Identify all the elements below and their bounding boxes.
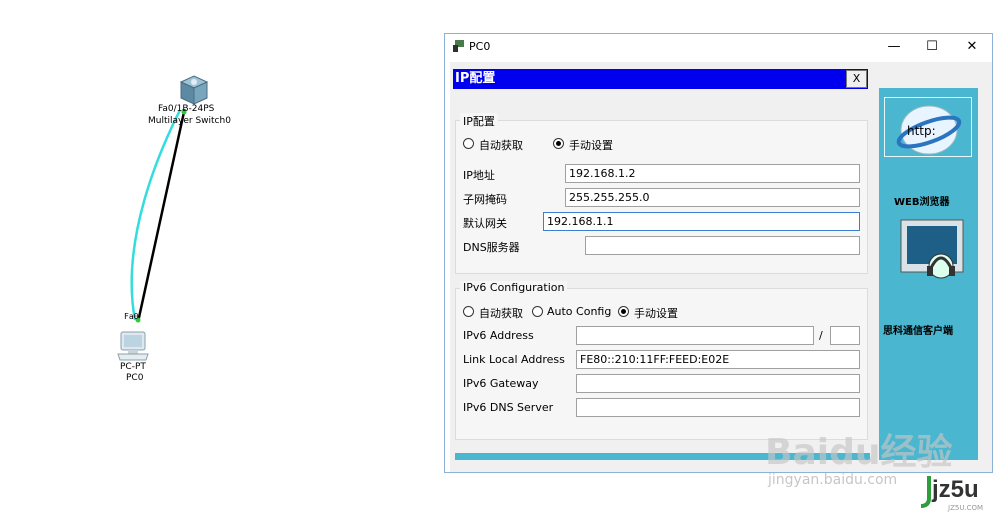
pc-icon[interactable] bbox=[115, 330, 151, 362]
jz5u-watermark-url: JZ5U.COM bbox=[948, 504, 984, 512]
baidu-watermark: Baidu经验 bbox=[765, 432, 953, 473]
cisco-client-button[interactable] bbox=[897, 218, 969, 294]
web-browser-button[interactable]: http: bbox=[884, 97, 972, 157]
default-gateway-label: 默认网关 bbox=[463, 217, 507, 230]
console-cable bbox=[130, 109, 182, 321]
ipv6-dns-field[interactable] bbox=[576, 398, 860, 417]
ip-config-header: IP配置 bbox=[453, 69, 868, 89]
close-button[interactable]: ✕ bbox=[954, 36, 990, 58]
ipv4-legend: IP配置 bbox=[460, 113, 498, 129]
ipv6-legend: IPv6 Configuration bbox=[460, 281, 568, 294]
ipv4-manual-radio[interactable] bbox=[553, 138, 564, 149]
ipv6-gateway-field[interactable] bbox=[576, 374, 860, 393]
minimize-button[interactable]: — bbox=[876, 36, 912, 58]
web-browser-label: WEB浏览器 bbox=[894, 197, 950, 208]
ipv6-autoconfig-radio[interactable] bbox=[532, 306, 543, 317]
window-title: PC0 bbox=[469, 40, 491, 53]
dns-server-field[interactable] bbox=[585, 236, 860, 255]
browser-icon: http: bbox=[896, 105, 962, 155]
ipv6-prefix-field[interactable] bbox=[830, 326, 860, 345]
jz5u-watermark: jz5u bbox=[932, 476, 979, 503]
subnet-mask-label: 子网掩码 bbox=[463, 193, 507, 206]
ip-config-close-button[interactable]: X bbox=[846, 70, 867, 88]
prefix-separator: / bbox=[819, 329, 823, 342]
pc-type-label: PC-PT bbox=[120, 362, 146, 372]
ipv4-auto-label: 自动获取 bbox=[479, 139, 523, 152]
ipv6-autoconfig-label: Auto Config bbox=[547, 305, 612, 318]
cisco-client-label: 思科通信客户端 bbox=[883, 326, 953, 337]
pc-name-label: PC0 bbox=[126, 373, 144, 383]
topology-links bbox=[130, 109, 187, 323]
pc-window-icon bbox=[452, 39, 466, 53]
default-gateway-field[interactable]: 192.168.1.1 bbox=[543, 212, 860, 231]
ipv6-gateway-label: IPv6 Gateway bbox=[463, 377, 539, 390]
headset-monitor-icon bbox=[900, 219, 964, 279]
ip-address-field[interactable]: 192.168.1.2 bbox=[565, 164, 860, 183]
ip-address-label: IP地址 bbox=[463, 169, 495, 182]
ipv6-auto-label: 自动获取 bbox=[479, 307, 523, 320]
link-local-label: Link Local Address bbox=[463, 353, 565, 366]
ipv6-manual-radio[interactable] bbox=[618, 306, 629, 317]
ethernet-cable bbox=[136, 111, 186, 323]
ipv4-manual-label: 手动设置 bbox=[569, 139, 613, 152]
svg-text:http:: http: bbox=[907, 124, 936, 138]
ipv6-manual-label: 手动设置 bbox=[634, 307, 678, 320]
multilayer-switch-icon[interactable] bbox=[177, 74, 211, 106]
ipv6-address-label: IPv6 Address bbox=[463, 329, 534, 342]
pc-port-label: Fa0 bbox=[124, 312, 139, 321]
maximize-button[interactable]: ☐ bbox=[914, 36, 950, 58]
baidu-watermark-url: jingyan.baidu.com bbox=[768, 472, 898, 488]
switch-port-model-label: Fa0/1Ƀ-24PS bbox=[158, 104, 215, 114]
switch-name-label: Multilayer Switch0 bbox=[148, 116, 231, 126]
ipv6-address-field[interactable] bbox=[576, 326, 814, 345]
ipv6-dns-label: IPv6 DNS Server bbox=[463, 401, 554, 414]
window-titlebar[interactable]: PC0 — ☐ ✕ bbox=[445, 34, 992, 60]
ipv6-auto-radio[interactable] bbox=[463, 306, 474, 317]
link-local-field[interactable]: FE80::210:11FF:FEED:E02E bbox=[576, 350, 860, 369]
subnet-mask-field[interactable]: 255.255.255.0 bbox=[565, 188, 860, 207]
ipv4-auto-radio[interactable] bbox=[463, 138, 474, 149]
dns-server-label: DNS服务器 bbox=[463, 241, 520, 254]
